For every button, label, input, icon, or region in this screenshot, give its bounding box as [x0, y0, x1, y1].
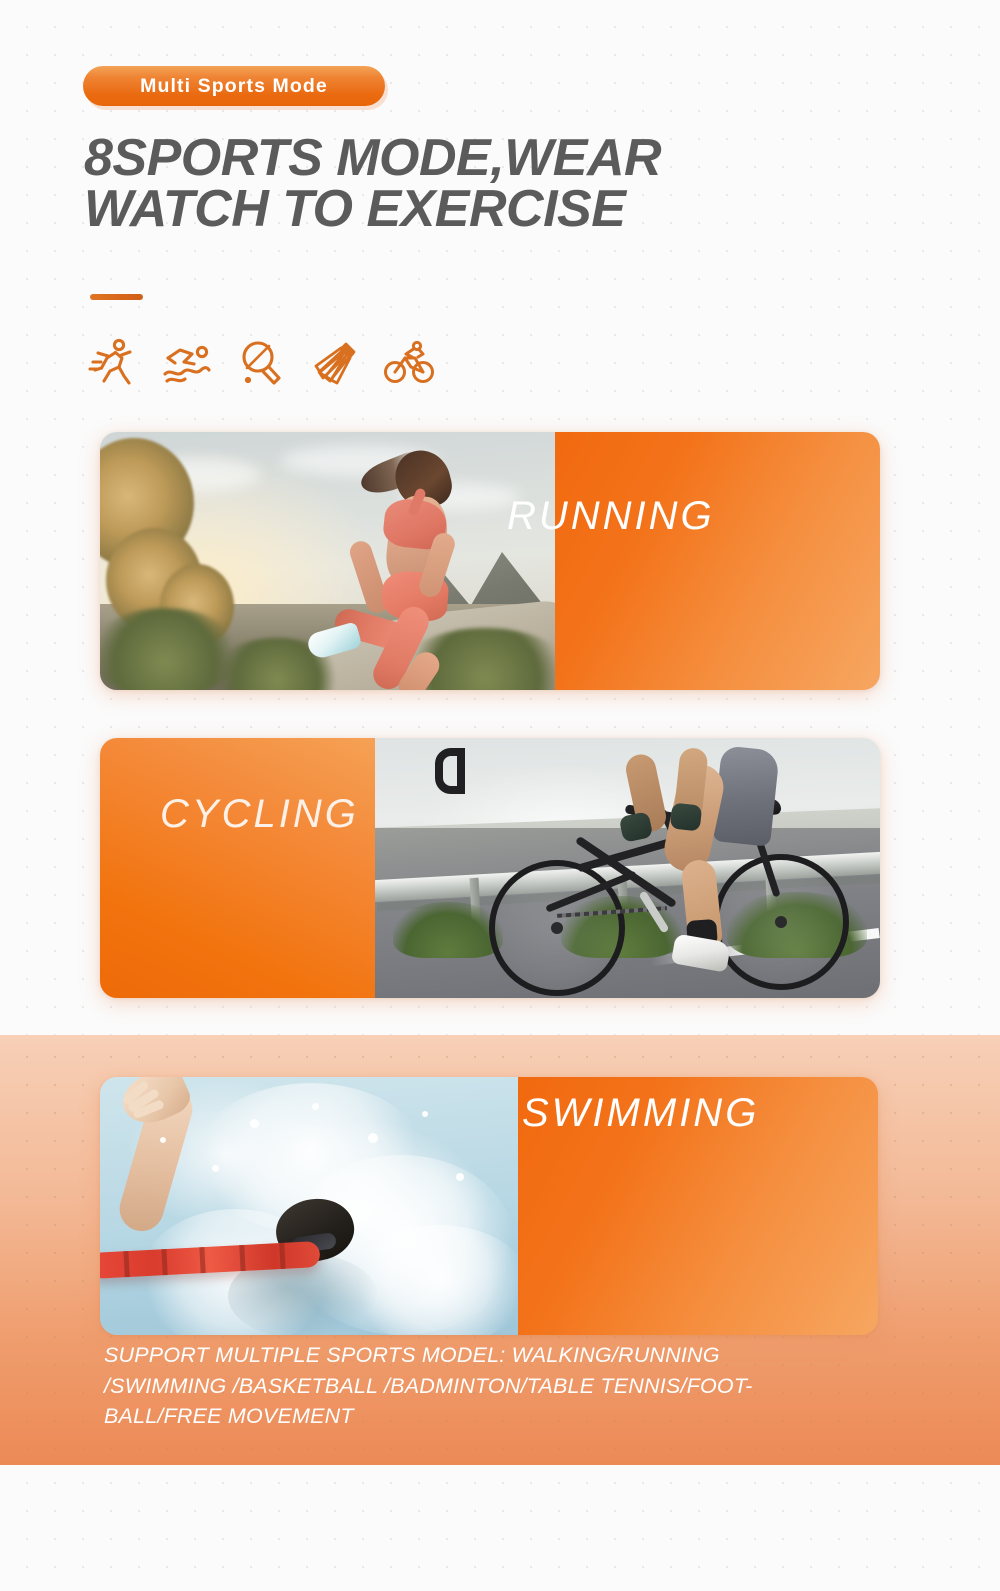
running-label-panel: RUNNING [507, 432, 880, 690]
droplet [250, 1119, 259, 1128]
swimming-photo [100, 1077, 518, 1335]
page-title: 8SPORTS MODE,WEAR WATCH TO EXERCISE [84, 129, 914, 238]
cycling-label-panel: CYCLING [100, 738, 375, 998]
caption-line-3: BALL/FREE MOVEMENT [104, 1404, 354, 1429]
cyclist-figure [435, 745, 875, 998]
cycling-photo [375, 738, 880, 998]
card-label-cycling: CYCLING [160, 792, 359, 836]
caption-line-1: SUPPORT MULTIPLE SPORTS MODEL: WALKING/R… [104, 1343, 720, 1367]
droplet [212, 1165, 219, 1172]
swimming-icon [162, 336, 212, 388]
sport-card-cycling[interactable]: CYCLING [100, 738, 880, 998]
running-scene [100, 432, 555, 690]
droplet [160, 1137, 166, 1143]
caption-line-2: /SWIMMING /BASKETBALL /BADMINTON/TABLE T… [104, 1373, 753, 1398]
badminton-icon [310, 336, 360, 388]
cycling-icon [384, 336, 434, 388]
sport-icon-strip [88, 336, 434, 388]
accent-divider [90, 294, 143, 300]
table-tennis-icon [236, 336, 286, 388]
multi-sports-mode-badge: Multi Sports Mode [83, 66, 385, 106]
droplet [368, 1133, 378, 1143]
card-label-running: RUNNING [507, 494, 715, 538]
swimming-label-panel: SWIMMING [518, 1077, 878, 1335]
running-photo [100, 432, 555, 690]
card-label-swimming: SWIMMING [522, 1091, 760, 1135]
sport-card-swimming[interactable]: SWIMMING [100, 1077, 878, 1335]
badge-label: Multi Sports Mode [140, 74, 328, 97]
cycling-scene [375, 738, 880, 998]
sports-support-caption: SUPPORT MULTIPLE SPORTS MODEL: WALKING/R… [104, 1340, 894, 1432]
swimming-scene [100, 1077, 518, 1335]
sport-card-running[interactable]: RUNNING [100, 432, 880, 690]
droplet [456, 1173, 464, 1181]
headline-line-2: WATCH TO EXERCISE [84, 179, 626, 238]
droplet [312, 1103, 319, 1110]
droplet [422, 1111, 428, 1117]
runner-figure [300, 444, 530, 690]
running-icon [88, 336, 138, 388]
headline-line-1: 8SPORTS MODE,WEAR [84, 129, 662, 187]
